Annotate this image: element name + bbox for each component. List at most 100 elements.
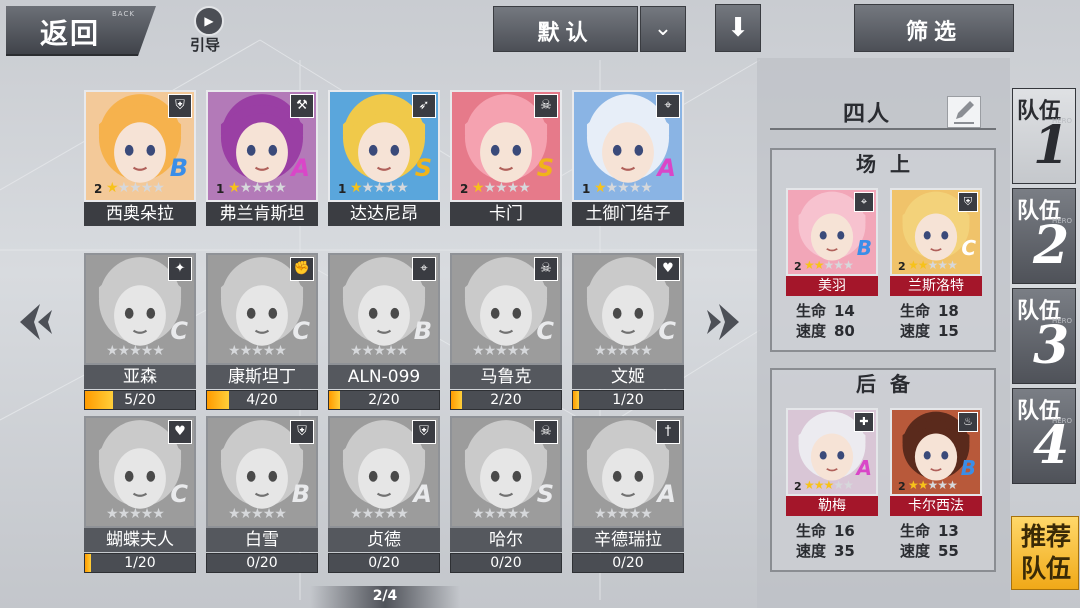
chevron-down-icon[interactable]: ⌄ — [640, 6, 686, 52]
flame-icon: ♨ — [958, 412, 978, 432]
next-page-icon[interactable] — [703, 300, 747, 344]
tab-team-3[interactable]: 队伍 3 HERO — [1012, 288, 1076, 384]
fragment-hero-card-6[interactable]: ♥ C ★★★★★ 蝴蝶夫人 — [84, 416, 196, 552]
hero-portrait: † A ★★★★★ — [572, 416, 684, 528]
filter-button[interactable]: 筛选 — [854, 4, 1014, 52]
page-indicator: 2/4 — [310, 586, 460, 608]
sort-button[interactable]: 默认 — [493, 6, 638, 52]
hp-label: 生命 — [796, 522, 827, 540]
hero-name: 土御门结子 — [572, 202, 684, 226]
hp-value: 16 — [834, 522, 855, 540]
rank-badge: C — [170, 480, 188, 508]
hero-card-3[interactable]: ➶ S 1 ★★★★★ 达达尼昂 — [328, 90, 440, 226]
fragment-progress-bar: 0/20 — [328, 553, 440, 573]
hp-value: 18 — [938, 302, 959, 320]
rank-badge: S — [536, 480, 554, 508]
fragment-count: 0/20 — [368, 555, 400, 571]
member-speed: 速度 80 — [796, 320, 855, 341]
hero-portrait: ⌖ B ★★★★★ — [328, 253, 440, 365]
sort-label: 默认 — [537, 21, 594, 46]
rank-badge: C — [961, 236, 976, 260]
compass-icon: ⌖ — [854, 192, 874, 212]
tab-team-1[interactable]: 队伍 1 HERO — [1012, 88, 1076, 184]
fragment-hero-card-1[interactable]: ✦ C ★★★★★ 亚森 — [84, 253, 196, 389]
fragment-progress-bar: 0/20 — [572, 553, 684, 573]
star-rating: ★★★★★ — [908, 478, 958, 492]
fragment-progress-bar: 0/20 — [206, 553, 318, 573]
hero-portrait: ☠ C ★★★★★ — [450, 253, 562, 365]
fragment-hero-card-10[interactable]: † A ★★★★★ 辛德瑞拉 — [572, 416, 684, 552]
back-sub-label: BACK — [112, 10, 135, 18]
fragment-hero-card-8[interactable]: ⛨ A ★★★★★ 贞德 — [328, 416, 440, 552]
member-hp: 生命 18 — [900, 300, 959, 321]
rank-badge: C — [170, 317, 188, 345]
hero-name: 达达尼昂 — [328, 202, 440, 226]
hero-name: ALN-099 — [328, 365, 440, 389]
star-rating: ★★★★★ — [228, 180, 287, 196]
speed-label: 速度 — [796, 542, 827, 560]
fragment-count: 2/20 — [490, 392, 522, 408]
star-rating: ★★★★★ — [804, 258, 854, 272]
play-icon: ▶ — [194, 6, 224, 36]
star-rating: ★★★★★ — [350, 506, 409, 522]
hero-level: 2 — [94, 182, 103, 196]
member-level: 2 — [898, 260, 906, 273]
cross-icon: ✚ — [854, 412, 874, 432]
hero-name: 辛德瑞拉 — [572, 528, 684, 552]
team-member-card-3[interactable]: ✚ A 2 ★★★★★ 勒梅 — [786, 408, 878, 516]
member-hp: 生命 14 — [796, 300, 855, 321]
team-member-card-4[interactable]: ♨ B 2 ★★★★★ 卡尔西法 — [890, 408, 982, 516]
hero-portrait: ⛨ B ★★★★★ — [206, 416, 318, 528]
hero-card-4[interactable]: ☠ S 2 ★★★★★ 卡门 — [450, 90, 562, 226]
hero-portrait: ⚒ A 1 ★★★★★ — [206, 90, 318, 202]
hero-name: 卡门 — [450, 202, 562, 226]
edit-icon[interactable] — [947, 96, 981, 128]
member-portrait: ✚ A 2 ★★★★★ — [786, 408, 878, 496]
fragment-hero-card-5[interactable]: ♥ C ★★★★★ 文姬 — [572, 253, 684, 389]
member-level: 2 — [794, 260, 802, 273]
hero-portrait: ☠ S ★★★★★ — [450, 416, 562, 528]
star-rating: ★★★★★ — [594, 506, 653, 522]
star-rating: ★★★★★ — [472, 180, 531, 196]
fragment-hero-card-2[interactable]: ✊ C ★★★★★ 康斯坦丁 — [206, 253, 318, 389]
page-indicator-text: 2/4 — [372, 588, 398, 604]
compass-icon: ⌖ — [656, 94, 680, 118]
star-rating: ★★★★★ — [228, 506, 287, 522]
hero-name: 贞德 — [328, 528, 440, 552]
rank-badge: B — [856, 236, 872, 260]
hero-level: 1 — [582, 182, 591, 196]
speed-label: 速度 — [900, 322, 931, 340]
tab-team-4[interactable]: 队伍 4 HERO — [1012, 388, 1076, 484]
fragment-progress-bar: 1/20 — [84, 553, 196, 573]
fragment-hero-card-3[interactable]: ⌖ B ★★★★★ ALN-099 — [328, 253, 440, 389]
star-rating: ★★★★★ — [908, 258, 958, 272]
fragment-hero-card-9[interactable]: ☠ S ★★★★★ 哈尔 — [450, 416, 562, 552]
member-level: 2 — [794, 480, 802, 493]
fragment-count: 0/20 — [490, 555, 522, 571]
hero-card-2[interactable]: ⚒ A 1 ★★★★★ 弗兰肯斯坦 — [206, 90, 318, 226]
prev-page-icon[interactable] — [12, 300, 56, 344]
star-rating: ★★★★★ — [594, 180, 653, 196]
hero-card-5[interactable]: ⌖ A 1 ★★★★★ 土御门结子 — [572, 90, 684, 226]
fragment-hero-card-7[interactable]: ⛨ B ★★★★★ 白雪 — [206, 416, 318, 552]
team-member-card-2[interactable]: ⛨ C 2 ★★★★★ 兰斯洛特 — [890, 188, 982, 296]
tab-sub-label: HERO — [1051, 217, 1072, 225]
tab-team-2[interactable]: 队伍 2 HERO — [1012, 188, 1076, 284]
onfield-title: 场上 — [856, 152, 924, 176]
arrow-down-icon[interactable]: ⬇ — [715, 4, 761, 52]
hero-card-1[interactable]: ⛨ B 2 ★★★★★ 西奥朵拉 — [84, 90, 196, 226]
team-member-card-1[interactable]: ⌖ B 2 ★★★★★ 美羽 — [786, 188, 878, 296]
fragment-hero-card-4[interactable]: ☠ C ★★★★★ 马鲁克 — [450, 253, 562, 389]
shield-icon: ⛨ — [168, 94, 192, 118]
hero-portrait: ☠ S 2 ★★★★★ — [450, 90, 562, 202]
hero-level: 2 — [460, 182, 469, 196]
speed-label: 速度 — [796, 322, 827, 340]
member-portrait: ⛨ C 2 ★★★★★ — [890, 188, 982, 276]
back-button[interactable]: 返回 BACK — [6, 6, 156, 56]
guide-button[interactable]: ▶ 引导 — [190, 6, 230, 54]
member-portrait: ♨ B 2 ★★★★★ — [890, 408, 982, 496]
fragment-count: 5/20 — [124, 392, 156, 408]
recommend-team-button[interactable]: 推荐队伍 — [1011, 516, 1079, 590]
star-rating: ★★★★★ — [472, 343, 531, 359]
shield-icon: ⛨ — [290, 420, 314, 444]
